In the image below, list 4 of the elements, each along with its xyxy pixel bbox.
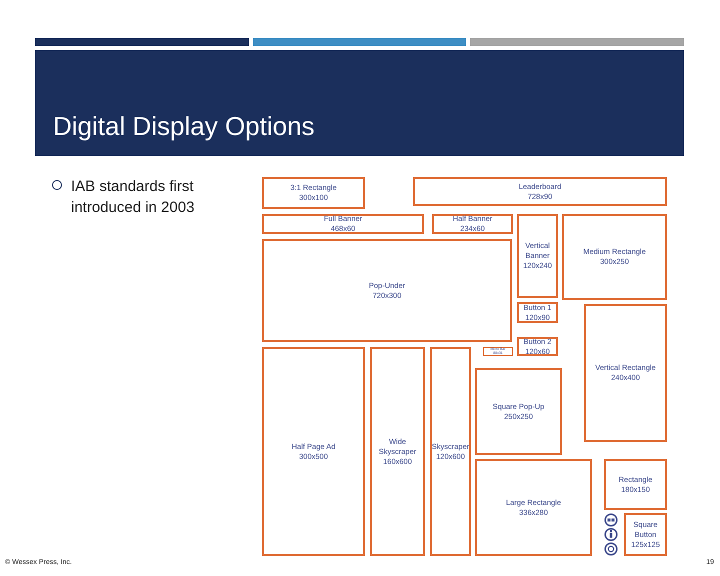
license-icons-drawing <box>604 513 618 556</box>
bullet-text: IAB standards first introduced in 2003 <box>71 177 196 218</box>
slide-title: Digital Display Options <box>53 111 315 142</box>
bullet-icon <box>52 180 62 190</box>
